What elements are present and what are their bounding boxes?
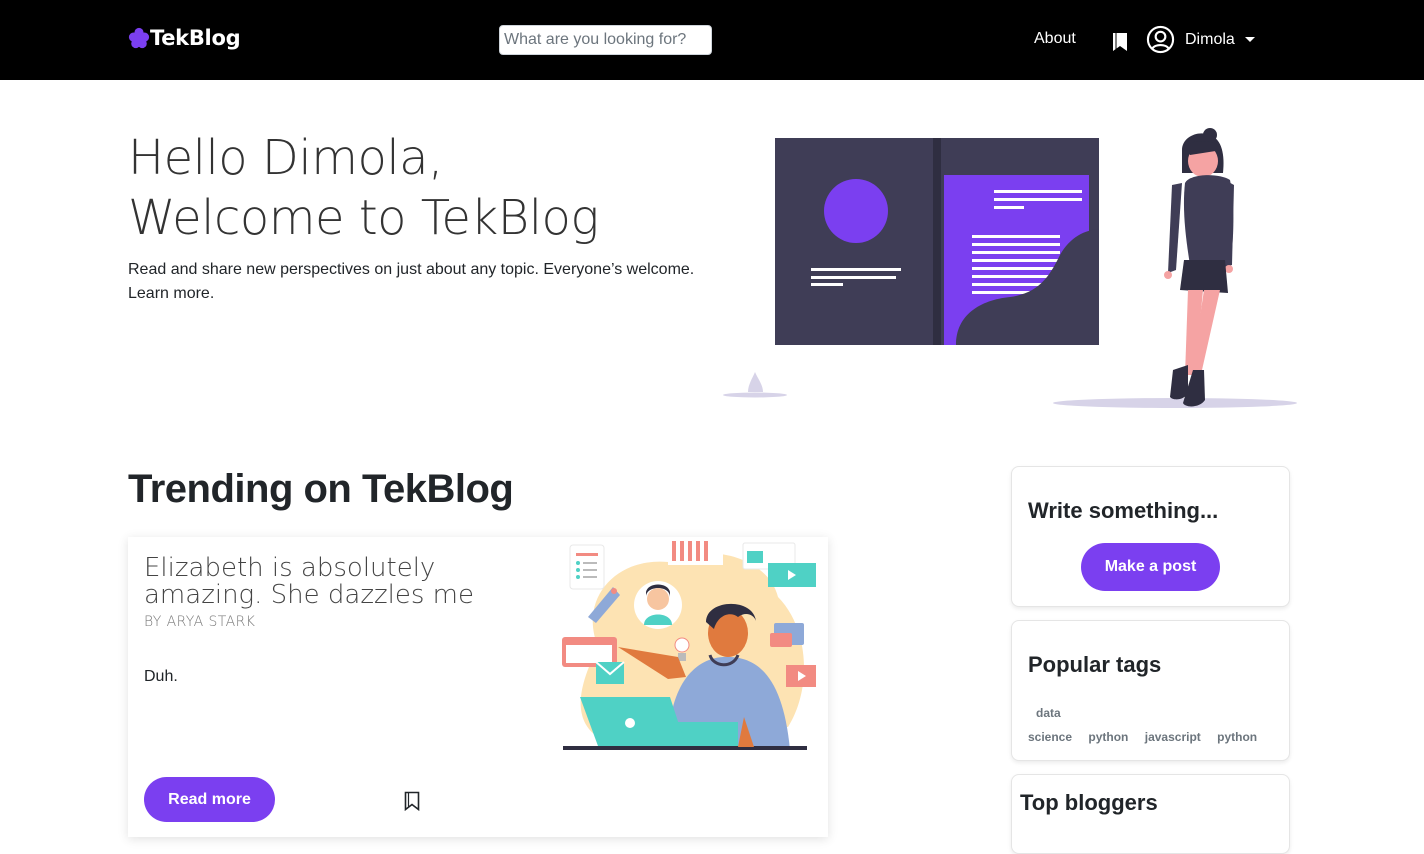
write-card: Write something... Make a post: [1011, 466, 1290, 607]
post-title[interactable]: Elizabeth is absolutely amazing. She daz…: [144, 555, 504, 609]
trending-heading: Trending on TekBlog: [128, 467, 514, 511]
search-input[interactable]: [499, 25, 712, 55]
bookmark-icon[interactable]: [404, 791, 420, 811]
top-bloggers-card: Top bloggers: [1011, 774, 1290, 854]
post-thumbnail: [562, 539, 816, 750]
nav-about-link[interactable]: About: [1034, 30, 1076, 48]
hero-greeting: Hello Dimola, Welcome to TekBlog: [128, 128, 599, 248]
user-circle-icon: [1146, 25, 1175, 54]
hero-illustration: [723, 128, 1297, 408]
tag-data[interactable]: data: [1036, 701, 1265, 725]
bookmark-icon[interactable]: [1112, 32, 1128, 52]
read-more-button[interactable]: Read more: [144, 777, 275, 822]
bloggers-heading: Top bloggers: [1020, 790, 1158, 815]
flower-logo-icon: [128, 27, 150, 49]
make-post-button[interactable]: Make a post: [1081, 543, 1220, 591]
tag-javascript[interactable]: javascript: [1145, 725, 1201, 749]
hero-subtitle: Read and share new perspectives on just …: [128, 261, 695, 302]
tag-python[interactable]: python: [1088, 725, 1128, 749]
post-excerpt: Duh.: [144, 668, 178, 685]
write-heading: Write something...: [1028, 498, 1219, 523]
popular-tags-card: Popular tags data science python javascr…: [1011, 620, 1290, 761]
hero-line-2: Welcome to TekBlog: [128, 190, 599, 246]
navbar: TekBlog About Dimola: [0, 0, 1424, 80]
brand-logo[interactable]: TekBlog: [128, 26, 241, 50]
tag-python-2[interactable]: python: [1217, 725, 1257, 749]
brand-name: TekBlog: [150, 26, 241, 50]
tag-science[interactable]: science: [1028, 725, 1072, 749]
user-menu-toggle[interactable]: Dimola: [1146, 25, 1255, 54]
post-card: Elizabeth is absolutely amazing. She daz…: [128, 537, 828, 837]
tag-list: data science python javascript python: [1028, 701, 1278, 749]
user-name: Dimola: [1185, 30, 1235, 48]
caret-down-icon: [1244, 37, 1255, 42]
tags-heading: Popular tags: [1028, 652, 1162, 677]
hero-line-1: Hello Dimola,: [128, 130, 443, 186]
post-author: BY ARYA STARK: [144, 614, 256, 630]
